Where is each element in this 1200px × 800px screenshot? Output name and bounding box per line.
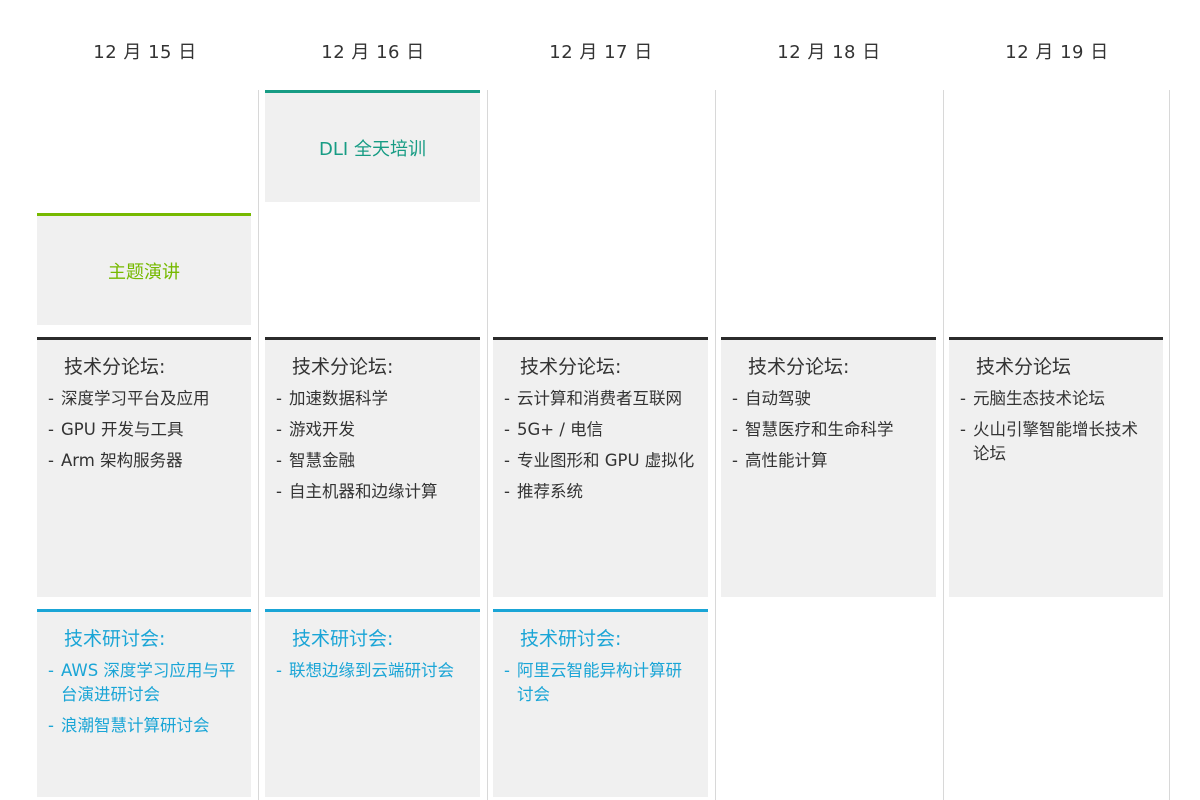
workshop-block-dec-17: 技术研讨会: 阿里云智能异构计算研讨会 bbox=[493, 609, 708, 797]
keynote-block[interactable]: 主题演讲 bbox=[37, 213, 251, 325]
workshop-block-dec-16: 技术研讨会: 联想边缘到云端研讨会 bbox=[265, 609, 480, 797]
forum-item[interactable]: 5G+ / 电信 bbox=[503, 418, 696, 442]
forum-item[interactable]: 云计算和消费者互联网 bbox=[503, 387, 696, 411]
forum-item[interactable]: 自动驾驶 bbox=[731, 387, 924, 411]
forum-item[interactable]: Arm 架构服务器 bbox=[47, 449, 239, 473]
column-divider bbox=[943, 90, 944, 800]
forum-item[interactable]: 专业图形和 GPU 虚拟化 bbox=[503, 449, 696, 473]
forum-item[interactable]: 元脑生态技术论坛 bbox=[959, 387, 1151, 411]
forum-item[interactable]: 智慧医疗和生命科学 bbox=[731, 418, 924, 442]
workshop-list: 联想边缘到云端研讨会 bbox=[265, 659, 480, 683]
forum-block-dec-19: 技术分论坛 元脑生态技术论坛 火山引擎智能增长技术论坛 bbox=[949, 337, 1163, 597]
forum-item[interactable]: 智慧金融 bbox=[275, 449, 468, 473]
column-divider bbox=[258, 90, 259, 800]
forum-item[interactable]: 高性能计算 bbox=[731, 449, 924, 473]
forum-heading: 技术分论坛: bbox=[292, 356, 394, 378]
date-header-dec-17: 12 月 17 日 bbox=[549, 42, 653, 63]
forum-block-dec-16: 技术分论坛: 加速数据科学 游戏开发 智慧金融 自主机器和边缘计算 bbox=[265, 337, 480, 597]
workshop-item[interactable]: 浪潮智慧计算研讨会 bbox=[47, 714, 239, 738]
column-divider bbox=[487, 90, 488, 800]
workshop-item[interactable]: 阿里云智能异构计算研讨会 bbox=[503, 659, 696, 707]
workshop-heading: 技术研讨会: bbox=[520, 628, 622, 650]
dli-training-title: DLI 全天培训 bbox=[319, 138, 426, 160]
date-header-dec-16: 12 月 16 日 bbox=[321, 42, 425, 63]
forum-list: 深度学习平台及应用 GPU 开发与工具 Arm 架构服务器 bbox=[37, 387, 251, 473]
date-header-dec-19: 12 月 19 日 bbox=[1005, 42, 1109, 63]
forum-heading: 技术分论坛: bbox=[748, 356, 850, 378]
date-header-dec-15: 12 月 15 日 bbox=[93, 42, 197, 63]
forum-item[interactable]: 深度学习平台及应用 bbox=[47, 387, 239, 411]
forum-item[interactable]: 推荐系统 bbox=[503, 480, 696, 504]
forum-item[interactable]: 自主机器和边缘计算 bbox=[275, 480, 468, 504]
column-divider bbox=[1169, 90, 1170, 800]
forum-heading: 技术分论坛: bbox=[64, 356, 166, 378]
forum-block-dec-18: 技术分论坛: 自动驾驶 智慧医疗和生命科学 高性能计算 bbox=[721, 337, 936, 597]
forum-list: 自动驾驶 智慧医疗和生命科学 高性能计算 bbox=[721, 387, 936, 473]
date-header-dec-18: 12 月 18 日 bbox=[777, 42, 881, 63]
workshop-list: 阿里云智能异构计算研讨会 bbox=[493, 659, 708, 707]
workshop-block-dec-15: 技术研讨会: AWS 深度学习应用与平台演进研讨会 浪潮智慧计算研讨会 bbox=[37, 609, 251, 797]
workshop-item[interactable]: AWS 深度学习应用与平台演进研讨会 bbox=[47, 659, 239, 707]
workshop-item[interactable]: 联想边缘到云端研讨会 bbox=[275, 659, 468, 683]
keynote-title: 主题演讲 bbox=[108, 261, 180, 283]
forum-item[interactable]: 游戏开发 bbox=[275, 418, 468, 442]
forum-list: 加速数据科学 游戏开发 智慧金融 自主机器和边缘计算 bbox=[265, 387, 480, 504]
forum-block-dec-15: 技术分论坛: 深度学习平台及应用 GPU 开发与工具 Arm 架构服务器 bbox=[37, 337, 251, 597]
column-divider bbox=[715, 90, 716, 800]
forum-block-dec-17: 技术分论坛: 云计算和消费者互联网 5G+ / 电信 专业图形和 GPU 虚拟化… bbox=[493, 337, 708, 597]
workshop-heading: 技术研讨会: bbox=[292, 628, 394, 650]
forum-item[interactable]: 加速数据科学 bbox=[275, 387, 468, 411]
workshop-heading: 技术研讨会: bbox=[64, 628, 166, 650]
workshop-list: AWS 深度学习应用与平台演进研讨会 浪潮智慧计算研讨会 bbox=[37, 659, 251, 738]
forum-heading: 技术分论坛: bbox=[520, 356, 622, 378]
forum-item[interactable]: GPU 开发与工具 bbox=[47, 418, 239, 442]
forum-heading: 技术分论坛 bbox=[976, 356, 1072, 378]
forum-list: 元脑生态技术论坛 火山引擎智能增长技术论坛 bbox=[949, 387, 1163, 466]
forum-list: 云计算和消费者互联网 5G+ / 电信 专业图形和 GPU 虚拟化 推荐系统 bbox=[493, 387, 708, 504]
dli-training-block[interactable]: DLI 全天培训 bbox=[265, 90, 480, 202]
forum-item[interactable]: 火山引擎智能增长技术论坛 bbox=[959, 418, 1151, 466]
